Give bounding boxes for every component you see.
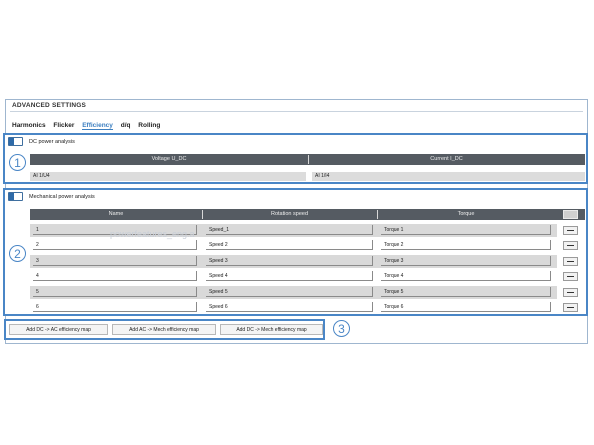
row-torque-input[interactable]: Torque 1 bbox=[381, 225, 551, 235]
mech-header-torque: Torque bbox=[377, 209, 555, 220]
row-speed-input[interactable]: Speed_1 bbox=[206, 225, 373, 235]
row-speed-input[interactable]: Speed 4 bbox=[206, 271, 373, 281]
mech-power-label: Mechanical power analysis bbox=[29, 194, 95, 200]
tab-bar: Harmonics Flicker Efficiency d/q Rolling bbox=[12, 122, 166, 130]
dc-voltage-channel[interactable]: AI 1/U4 bbox=[30, 172, 306, 181]
mech-header-speed: Rotation speed bbox=[202, 209, 377, 220]
tab-dq[interactable]: d/q bbox=[121, 122, 131, 129]
row-speed-input[interactable]: Speed 3 bbox=[206, 256, 373, 266]
tab-harmonics[interactable]: Harmonics bbox=[12, 122, 46, 129]
row-speed-input[interactable]: Speed 5 bbox=[206, 287, 373, 297]
add-ac-mech-map-button[interactable]: Add AC -> Mech efficiency map bbox=[112, 324, 216, 335]
remove-row-button[interactable] bbox=[563, 257, 578, 266]
add-dc-mech-map-button[interactable]: Add DC -> Mech efficiency map bbox=[220, 324, 323, 335]
dc-header-separator bbox=[308, 155, 309, 164]
row-torque-input[interactable]: Torque 6 bbox=[381, 302, 551, 312]
row-torque-input[interactable]: Torque 3 bbox=[381, 256, 551, 266]
remove-row-button[interactable] bbox=[563, 226, 578, 235]
tab-efficiency[interactable]: Efficiency bbox=[82, 122, 113, 130]
row-speed-input[interactable]: Speed 6 bbox=[206, 302, 373, 312]
row-name-input[interactable]: 3 bbox=[33, 256, 197, 266]
row-name-input[interactable]: 4 bbox=[33, 271, 197, 281]
dc-current-channel[interactable]: AI 1/I4 bbox=[312, 172, 585, 181]
remove-row-button[interactable] bbox=[563, 272, 578, 281]
dc-header-current: Current I_DC bbox=[308, 154, 585, 165]
row-name-input[interactable]: 5 bbox=[33, 287, 197, 297]
remove-row-button[interactable] bbox=[563, 241, 578, 250]
row-speed-input[interactable]: Speed 2 bbox=[206, 240, 373, 250]
tab-rolling[interactable]: Rolling bbox=[138, 122, 160, 129]
remove-row-button[interactable] bbox=[563, 288, 578, 297]
row-name-input[interactable]: 2 bbox=[33, 240, 197, 250]
efficiency-map-buttons: Add DC -> AC efficiency map Add AC -> Me… bbox=[4, 319, 325, 340]
panel-title: ADVANCED SETTINGS bbox=[12, 102, 87, 109]
dc-header-voltage: Voltage U_DC bbox=[30, 154, 308, 165]
mech-header-sep-1 bbox=[202, 210, 203, 219]
add-dc-ac-map-button[interactable]: Add DC -> AC efficiency map bbox=[9, 324, 108, 335]
mech-power-toggle[interactable] bbox=[8, 192, 23, 201]
dc-power-toggle[interactable] bbox=[8, 137, 23, 146]
callout-2: 2 bbox=[9, 245, 26, 262]
row-name-input[interactable]: 1 bbox=[33, 225, 197, 235]
callout-1: 1 bbox=[9, 154, 26, 171]
add-row-button[interactable] bbox=[563, 210, 578, 219]
row-torque-input[interactable]: Torque 5 bbox=[381, 287, 551, 297]
title-divider bbox=[10, 111, 583, 112]
callout-3: 3 bbox=[333, 320, 350, 337]
remove-row-button[interactable] bbox=[563, 303, 578, 312]
row-name-input[interactable]: 6 bbox=[33, 302, 197, 312]
row-torque-input[interactable]: Torque 4 bbox=[381, 271, 551, 281]
mech-header-sep-2 bbox=[377, 210, 378, 219]
row-torque-input[interactable]: Torque 2 bbox=[381, 240, 551, 250]
dc-power-label: DC power analysis bbox=[29, 139, 75, 145]
tab-flicker[interactable]: Flicker bbox=[53, 122, 74, 129]
mech-header-name: Name bbox=[30, 209, 202, 220]
